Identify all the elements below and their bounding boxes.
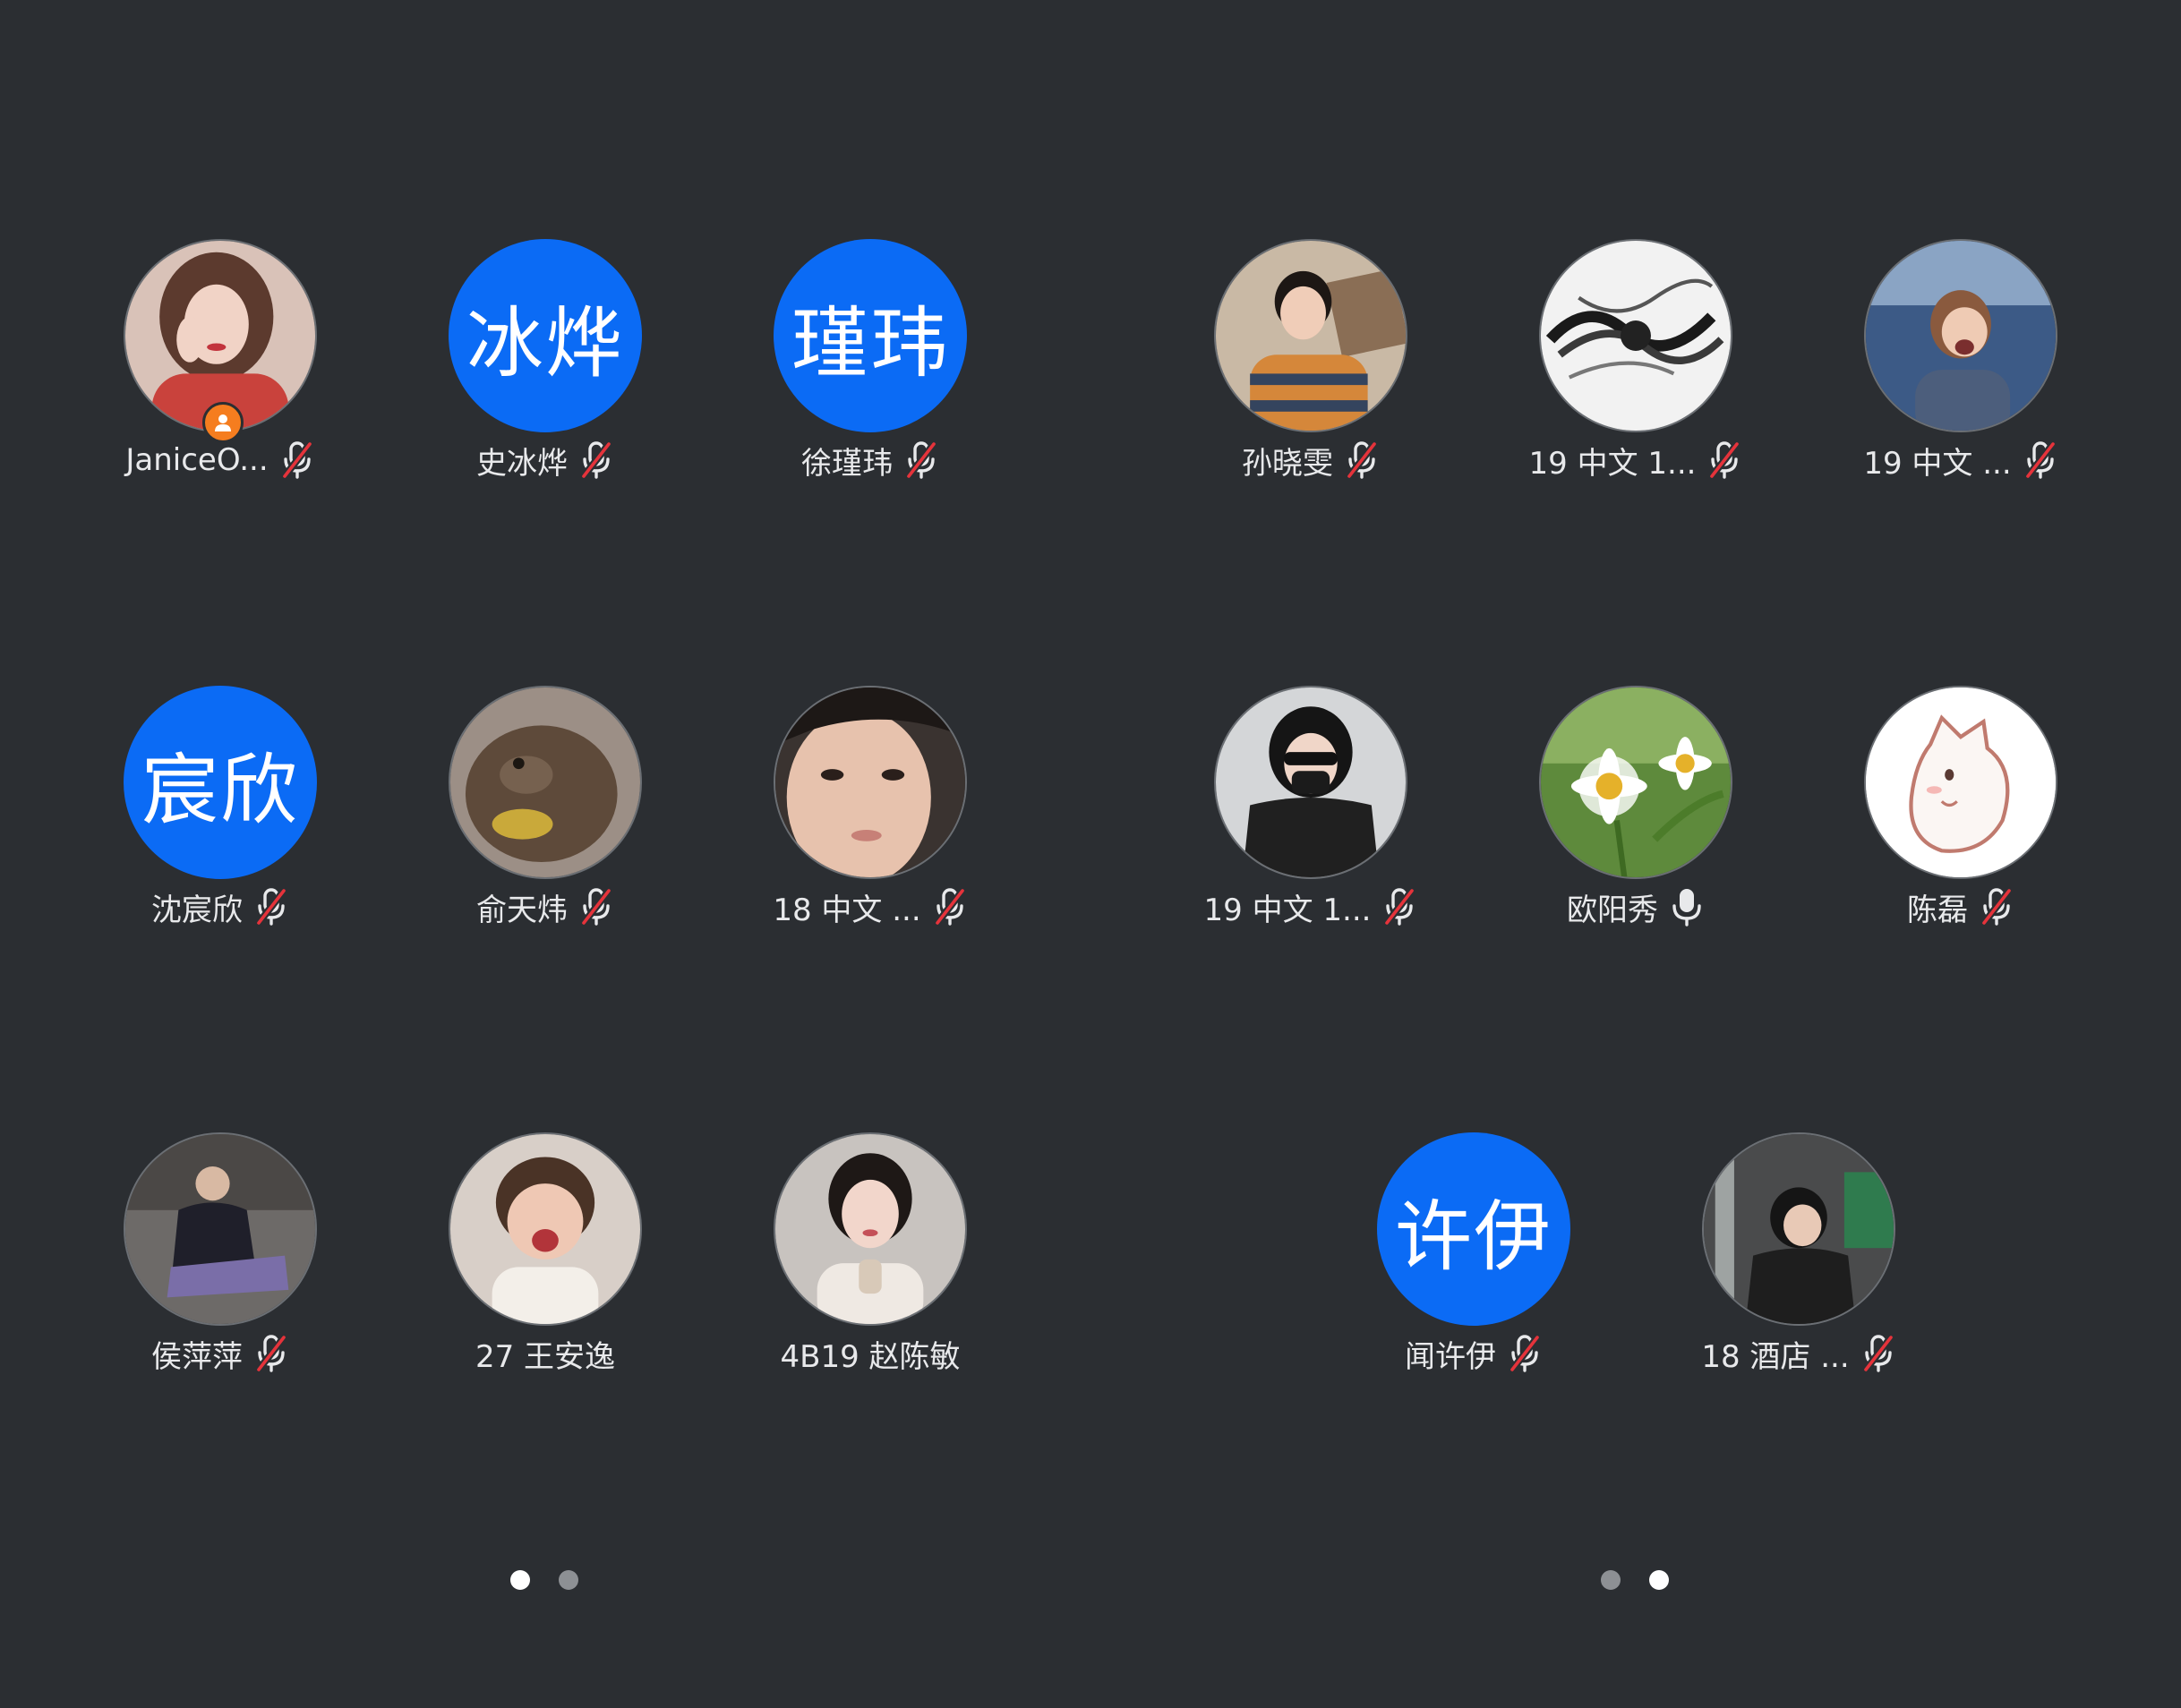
participant-name: 19 中文 1... bbox=[1528, 445, 1697, 482]
participant-name: 沈宸欣 bbox=[151, 892, 243, 928]
mic-muted-icon bbox=[1860, 1334, 1896, 1373]
participant-tile[interactable]: 18 酒店 ... bbox=[1636, 1132, 1962, 1401]
participant-avatar[interactable] bbox=[449, 686, 642, 879]
mic-icon bbox=[1669, 887, 1705, 927]
participant-avatar[interactable] bbox=[1214, 686, 1407, 879]
participant-avatar[interactable] bbox=[1539, 239, 1732, 432]
avatar-photo-icon bbox=[125, 1134, 315, 1324]
avatar-photo-icon bbox=[1541, 241, 1731, 431]
participant-name: 欧阳秀 bbox=[1567, 892, 1658, 928]
participant-tile[interactable]: 宸欣 沈宸欣 bbox=[57, 686, 383, 954]
mic-muted-icon bbox=[932, 887, 968, 927]
participant-name: 18 中文 ... bbox=[773, 892, 921, 928]
avatar-photo-icon bbox=[1216, 687, 1406, 877]
mic-muted-icon bbox=[253, 887, 289, 927]
participant-tile[interactable]: 19 中文 ... bbox=[1798, 239, 2124, 508]
participant-tile[interactable]: 欧阳秀 bbox=[1473, 686, 1799, 954]
mic-muted-icon bbox=[1381, 887, 1417, 927]
mic-muted-icon bbox=[2023, 440, 2058, 480]
mic-muted-icon bbox=[903, 440, 939, 480]
participant-avatar[interactable]: 瑾玮 bbox=[774, 239, 967, 432]
avatar-photo-icon bbox=[1866, 241, 2056, 431]
participant-avatar[interactable] bbox=[1214, 239, 1407, 432]
participant-name: 4B19 赵陈敏 bbox=[780, 1338, 961, 1375]
mic-muted-icon bbox=[1706, 440, 1742, 480]
avatar-photo-icon bbox=[1704, 1134, 1894, 1324]
participant-name: 19 中文 1... bbox=[1203, 892, 1372, 928]
avatar-photo-icon bbox=[775, 1134, 965, 1324]
page-dot-2[interactable] bbox=[559, 1570, 578, 1590]
participant-tile[interactable]: 27 王安逸 bbox=[382, 1132, 708, 1401]
participant-name: 27 王安逸 bbox=[475, 1338, 616, 1375]
participant-name: 孙晓雯 bbox=[1242, 445, 1333, 482]
mic-muted-icon bbox=[253, 1334, 289, 1373]
participant-avatar[interactable] bbox=[774, 1132, 967, 1326]
host-badge-icon bbox=[202, 402, 244, 443]
participant-avatar[interactable] bbox=[1864, 239, 2057, 432]
avatar-photo-icon bbox=[1866, 687, 2056, 877]
participant-tile[interactable]: 孙晓雯 bbox=[1148, 239, 1474, 508]
participant-tile[interactable]: JaniceO... bbox=[57, 239, 383, 508]
participant-gallery-page-1: JaniceO... 冰烨 史冰烨 瑾玮 徐瑾玮 宸欣 沈宸欣 俞天炜 18 中… bbox=[0, 0, 1090, 1708]
participant-tile[interactable]: 陈磊 bbox=[1798, 686, 2124, 954]
mic-muted-icon bbox=[578, 440, 614, 480]
participant-avatar[interactable] bbox=[124, 1132, 317, 1326]
participant-name: JaniceO... bbox=[125, 442, 269, 478]
page-dot-1[interactable] bbox=[510, 1570, 530, 1590]
avatar-photo-icon bbox=[775, 687, 965, 877]
mic-muted-icon bbox=[1507, 1334, 1543, 1373]
participant-tile[interactable]: 许伊 闻许伊 bbox=[1311, 1132, 1637, 1401]
page-indicator[interactable] bbox=[510, 1570, 578, 1590]
participant-avatar[interactable] bbox=[449, 1132, 642, 1326]
participant-avatar[interactable] bbox=[1702, 1132, 1895, 1326]
participant-avatar[interactable]: 宸欣 bbox=[124, 686, 317, 879]
participant-tile[interactable]: 4B19 赵陈敏 bbox=[707, 1132, 1033, 1401]
participant-avatar[interactable] bbox=[1864, 686, 2057, 879]
participant-name: 18 酒店 ... bbox=[1701, 1338, 1850, 1375]
participant-avatar[interactable]: 许伊 bbox=[1377, 1132, 1570, 1326]
mic-muted-icon bbox=[578, 887, 614, 927]
participant-name: 俞天炜 bbox=[476, 892, 568, 928]
participant-tile[interactable]: 俞天炜 bbox=[382, 686, 708, 954]
mic-muted-icon bbox=[1979, 887, 2014, 927]
participant-tile[interactable]: 侯萍萍 bbox=[57, 1132, 383, 1401]
participant-avatar[interactable] bbox=[774, 686, 967, 879]
participant-name: 史冰烨 bbox=[476, 445, 568, 482]
mic-muted-icon bbox=[279, 440, 315, 480]
participant-name: 陈磊 bbox=[1907, 892, 1968, 928]
participant-name: 闻许伊 bbox=[1405, 1338, 1496, 1375]
participant-tile[interactable]: 19 中文 1... bbox=[1473, 239, 1799, 508]
avatar-photo-icon bbox=[1216, 241, 1406, 431]
page-dot-1[interactable] bbox=[1601, 1570, 1621, 1590]
page-indicator[interactable] bbox=[1601, 1570, 1669, 1590]
mic-muted-icon bbox=[1344, 440, 1380, 480]
participant-tile[interactable]: 冰烨 史冰烨 bbox=[382, 239, 708, 508]
avatar-photo-icon bbox=[1541, 687, 1731, 877]
avatar-photo-icon bbox=[450, 1134, 640, 1324]
participant-name: 19 中文 ... bbox=[1863, 445, 2012, 482]
page-dot-2[interactable] bbox=[1649, 1570, 1669, 1590]
participant-gallery-page-2: 孙晓雯 19 中文 1... 19 中文 ... 19 中文 1... 欧阳秀 … bbox=[1090, 0, 2181, 1708]
participant-tile[interactable]: 19 中文 1... bbox=[1148, 686, 1474, 954]
participant-tile[interactable]: 18 中文 ... bbox=[707, 686, 1033, 954]
avatar-photo-icon bbox=[450, 687, 640, 877]
participant-tile[interactable]: 瑾玮 徐瑾玮 bbox=[707, 239, 1033, 508]
participant-name: 徐瑾玮 bbox=[801, 445, 893, 482]
participant-avatar[interactable]: 冰烨 bbox=[449, 239, 642, 432]
participant-avatar[interactable] bbox=[1539, 686, 1732, 879]
participant-name: 侯萍萍 bbox=[151, 1338, 243, 1375]
